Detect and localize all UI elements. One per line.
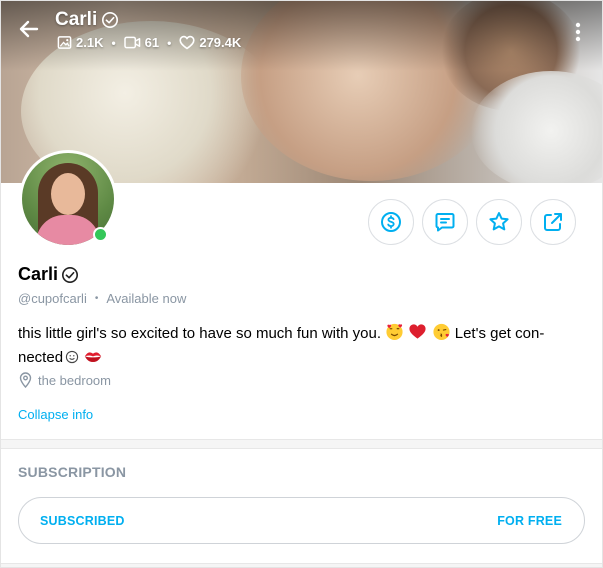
more-vertical-icon [575, 22, 581, 42]
subscribed-button[interactable]: SUBSCRIBED FOR FREE [18, 497, 585, 544]
online-status-dot [93, 227, 108, 242]
likes-count: 279.4K [199, 35, 242, 50]
dollar-circle-icon [381, 212, 401, 232]
send-tip-button[interactable] [368, 199, 414, 245]
profile-meta: @cupofcarli • Available now [18, 291, 187, 306]
header-title-row: Carli [55, 9, 119, 31]
bio-text-3: nected [18, 349, 64, 366]
favorite-button[interactable] [476, 199, 522, 245]
section-divider [1, 439, 602, 449]
arrow-left-icon [19, 20, 39, 38]
top-bar: Carli 2.1K • 61 • 279.4K [1, 1, 602, 61]
videos-stat: 61 [123, 35, 160, 50]
verified-badge-icon [62, 266, 79, 283]
bio-text-1: this little girl's so excited to have so… [18, 325, 382, 342]
profile-name: Carli [18, 264, 59, 284]
likes-stat: 279.4K [179, 35, 241, 50]
red-heart-emoji-icon [409, 324, 426, 339]
subscription-heading: SUBSCRIPTION [18, 464, 127, 480]
image-icon [57, 36, 72, 49]
smiling-face-hearts-emoji-icon [386, 323, 403, 341]
subscription-price: FOR FREE [497, 513, 562, 528]
message-button[interactable] [422, 199, 468, 245]
more-options-button[interactable] [567, 19, 589, 45]
kiss-mark-emoji-icon [85, 352, 102, 362]
share-button[interactable] [530, 199, 576, 245]
smiley-glyph-icon [65, 350, 79, 364]
header-stats: 2.1K • 61 • 279.4K [57, 35, 241, 50]
location-text: the bedroom [38, 372, 111, 388]
star-icon [489, 212, 509, 231]
face-blowing-kiss-emoji-icon [432, 323, 450, 341]
subscribed-label: SUBSCRIBED [40, 513, 125, 528]
heart-icon [179, 35, 195, 50]
back-button[interactable] [15, 15, 43, 43]
verified-badge-icon [102, 11, 119, 29]
photos-count: 2.1K [76, 35, 104, 50]
profile-name-row: Carli [18, 264, 79, 285]
videos-count: 61 [144, 35, 160, 50]
location-pin-icon [19, 372, 32, 388]
profile-location: the bedroom [19, 372, 111, 388]
message-icon [435, 213, 455, 232]
profile-actions [368, 199, 576, 245]
bottom-divider [1, 563, 602, 567]
bio-text-2: Let's get con- [454, 325, 545, 342]
header-title: Carli [55, 9, 98, 30]
collapse-info-link[interactable]: Collapse info [18, 407, 93, 422]
share-icon [544, 213, 562, 231]
availability-status: Available now [106, 291, 187, 306]
profile-bio: this little girl's so excited to have so… [18, 322, 584, 370]
photos-stat: 2.1K [57, 35, 103, 50]
video-icon [123, 36, 140, 49]
profile-page: Carli 2.1K • 61 • 279.4K Carli @cupofcar… [0, 0, 603, 568]
profile-handle: @cupofcarli [18, 291, 87, 306]
